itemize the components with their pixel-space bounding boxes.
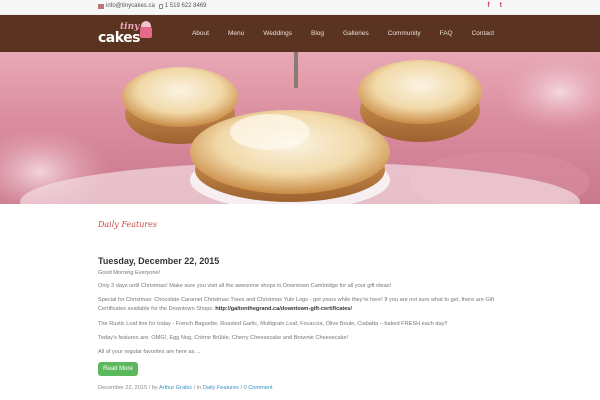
meta-in: / in: [193, 385, 202, 391]
nav-weddings[interactable]: Weddings: [263, 30, 292, 37]
author-link[interactable]: Arthur Grabic: [159, 385, 192, 391]
nav-community[interactable]: Community: [388, 30, 421, 37]
post-paragraph-christmas: Only 3 days until Christmas! Make sure y…: [98, 283, 392, 289]
mail-icon: [98, 3, 104, 9]
category-link[interactable]: Daily Features: [203, 385, 239, 391]
post-paragraph-special: Special for Christmas: Chocolate Caramel…: [98, 296, 508, 314]
hero-image: [0, 52, 600, 204]
post-paragraph-features: Today's features are: OMG!, Egg Nog, Crè…: [98, 335, 349, 341]
phone-icon: [158, 3, 163, 9]
email-link[interactable]: info@tinycakes.ca: [106, 3, 155, 9]
post-paragraph-greeting: Good Morning Everyone!: [98, 270, 161, 276]
twitter-icon[interactable]: t: [500, 2, 502, 9]
cupcake-icon: [140, 21, 152, 38]
nav-galleries[interactable]: Galleries: [343, 30, 369, 37]
social-links: f t: [487, 2, 502, 9]
nav-contact[interactable]: Contact: [472, 30, 494, 37]
nav-menu[interactable]: Menu: [228, 30, 244, 37]
meta-by: / by: [148, 385, 158, 391]
nav-about[interactable]: About: [192, 30, 209, 37]
hero-photo: [0, 52, 600, 204]
phone-number[interactable]: 1 519 622 8469: [165, 3, 207, 9]
site-header: tiny cakes About Menu Weddings Blog Gall…: [0, 15, 600, 52]
post-meta: December 22, 2015 / by Arthur Grabic / i…: [98, 385, 273, 391]
post-date: December 22, 2015: [98, 385, 148, 391]
comments-link[interactable]: 0 Comment: [244, 385, 273, 391]
top-contact-bar: info@tinycakes.ca 1 519 622 8469 f t: [0, 0, 600, 15]
post-paragraph-rustic-loaf: The Rustic Loaf line for today - French …: [98, 321, 448, 327]
main-nav: About Menu Weddings Blog Galleries Commu…: [173, 15, 494, 52]
gift-certificate-link[interactable]: http://galtonthegrand.ca/downtown-gift-c…: [215, 306, 352, 312]
meta-sep: /: [240, 385, 243, 391]
post-title[interactable]: Tuesday, December 22, 2015: [98, 256, 219, 266]
nav-blog[interactable]: Blog: [311, 30, 324, 37]
read-more-button[interactable]: Read More: [98, 362, 138, 376]
logo-word-cakes: cakes: [98, 30, 141, 46]
contact-info: info@tinycakes.ca 1 519 622 8469: [98, 3, 207, 9]
section-title: Daily Features: [98, 220, 158, 229]
post-paragraph-favorites: All of your regular favorites are here a…: [98, 349, 201, 355]
facebook-icon[interactable]: f: [487, 2, 489, 9]
nav-faq[interactable]: FAQ: [440, 30, 453, 37]
site-logo[interactable]: tiny cakes: [98, 21, 154, 48]
